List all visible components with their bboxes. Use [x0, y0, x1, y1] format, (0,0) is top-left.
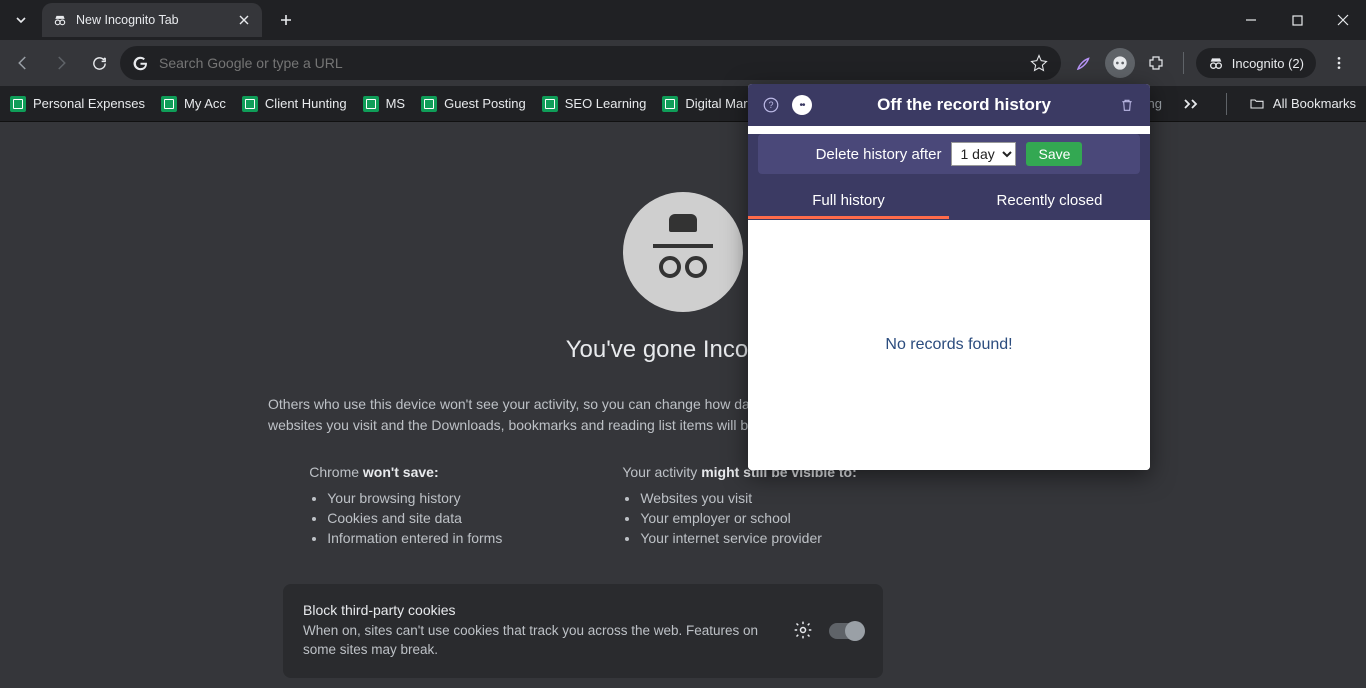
- bookmark-item[interactable]: My Acc: [161, 96, 226, 112]
- bookmark-label: Personal Expenses: [33, 96, 145, 111]
- incognito-badge-label: Incognito (2): [1232, 56, 1304, 71]
- maximize-button[interactable]: [1274, 0, 1320, 40]
- list-item: Your employer or school: [640, 510, 856, 526]
- bookmark-item[interactable]: Personal Expenses: [10, 96, 145, 112]
- visible-to-column: Your activity might still be visible to:…: [622, 464, 856, 550]
- extensions-area: Incognito (2): [1065, 46, 1360, 80]
- bookmark-item[interactable]: SEO Learning: [542, 96, 647, 112]
- list-item: Cookies and site data: [327, 510, 502, 526]
- bookmark-label: SEO Learning: [565, 96, 647, 111]
- tab-recently-closed[interactable]: Recently closed: [949, 182, 1150, 219]
- sheets-icon: [363, 96, 379, 112]
- incognito-badge[interactable]: Incognito (2): [1196, 48, 1316, 78]
- divider: [1183, 52, 1184, 74]
- delete-after-select[interactable]: 1 day: [951, 142, 1016, 166]
- minimize-button[interactable]: [1228, 0, 1274, 40]
- list-item: Your browsing history: [327, 490, 502, 506]
- trash-icon[interactable]: [1116, 94, 1138, 116]
- cookie-card: Block third-party cookies When on, sites…: [283, 584, 883, 678]
- cookie-card-title: Block third-party cookies: [303, 602, 779, 618]
- popup-header: ? Off the record history: [748, 84, 1150, 126]
- extension-popup: ? Off the record history Delete history …: [748, 84, 1150, 470]
- svg-text:?: ?: [768, 100, 773, 110]
- divider: [1226, 93, 1227, 115]
- cookie-card-subtitle: When on, sites can't use cookies that tr…: [303, 622, 779, 660]
- forward-button[interactable]: [44, 46, 78, 80]
- bookmarks-bar: Personal Expenses My Acc Client Hunting …: [0, 86, 1366, 122]
- omnibox[interactable]: [120, 46, 1061, 80]
- tab-search-button[interactable]: [4, 4, 38, 36]
- cookie-toggle[interactable]: [829, 623, 863, 639]
- extension-off-record-icon[interactable]: [1105, 48, 1135, 78]
- sheets-icon: [10, 96, 26, 112]
- address-input[interactable]: [159, 55, 1019, 71]
- bookmark-label: Client Hunting: [265, 96, 347, 111]
- sheets-icon: [421, 96, 437, 112]
- delete-after-label: Delete history after: [816, 146, 942, 163]
- back-button[interactable]: [6, 46, 40, 80]
- browser-tab[interactable]: New Incognito Tab: [42, 3, 262, 37]
- wont-save-column: Chrome won't save: Your browsing history…: [309, 464, 502, 550]
- tab-full-history[interactable]: Full history: [748, 182, 949, 219]
- sheets-icon: [542, 96, 558, 112]
- sheets-icon: [662, 96, 678, 112]
- bookmark-item[interactable]: MS: [363, 96, 406, 112]
- reload-button[interactable]: [82, 46, 116, 80]
- bookmark-label: Guest Posting: [444, 96, 526, 111]
- popup-delete-row: Delete history after 1 day Save: [758, 134, 1140, 174]
- google-g-icon: [132, 55, 149, 72]
- sheets-icon: [242, 96, 258, 112]
- all-bookmarks-label: All Bookmarks: [1273, 96, 1356, 111]
- close-tab-button[interactable]: [236, 12, 252, 28]
- popup-tabs: Full history Recently closed: [748, 182, 1150, 219]
- save-button[interactable]: Save: [1026, 142, 1082, 166]
- incognito-hero-icon: [623, 192, 743, 312]
- help-icon[interactable]: ?: [760, 94, 782, 116]
- close-window-button[interactable]: [1320, 0, 1366, 40]
- list-item: Information entered in forms: [327, 530, 502, 546]
- bookmark-label: MS: [386, 96, 406, 111]
- bookmark-item[interactable]: Guest Posting: [421, 96, 526, 112]
- window-controls: [1228, 0, 1366, 40]
- bookmark-label: My Acc: [184, 96, 226, 111]
- popup-body: No records found!: [748, 220, 1150, 470]
- gear-icon[interactable]: [793, 620, 815, 642]
- popup-title: Off the record history: [822, 95, 1106, 115]
- all-bookmarks-button[interactable]: All Bookmarks: [1249, 96, 1356, 112]
- bookmarks-overflow-button[interactable]: [1178, 91, 1204, 117]
- page-content: You've gone Incognito Others who use thi…: [0, 122, 1366, 688]
- folder-icon: [1249, 96, 1265, 112]
- sheets-icon: [161, 96, 177, 112]
- extensions-puzzle-icon[interactable]: [1141, 48, 1171, 78]
- new-tab-button[interactable]: [272, 6, 300, 34]
- bookmark-item[interactable]: Client Hunting: [242, 96, 347, 112]
- list-item: Websites you visit: [640, 490, 856, 506]
- popup-logo-icon: [792, 95, 812, 115]
- bookmark-star-icon[interactable]: [1029, 53, 1049, 73]
- toolbar: Incognito (2): [0, 40, 1366, 86]
- incognito-icon: [1208, 55, 1224, 71]
- extension-feather-icon[interactable]: [1069, 48, 1099, 78]
- chrome-menu-button[interactable]: [1322, 46, 1356, 80]
- empty-state-text: No records found!: [885, 336, 1012, 354]
- tab-title: New Incognito Tab: [76, 13, 228, 27]
- incognito-icon: [52, 12, 68, 28]
- list-item: Your internet service provider: [640, 530, 856, 546]
- titlebar: New Incognito Tab: [0, 0, 1366, 40]
